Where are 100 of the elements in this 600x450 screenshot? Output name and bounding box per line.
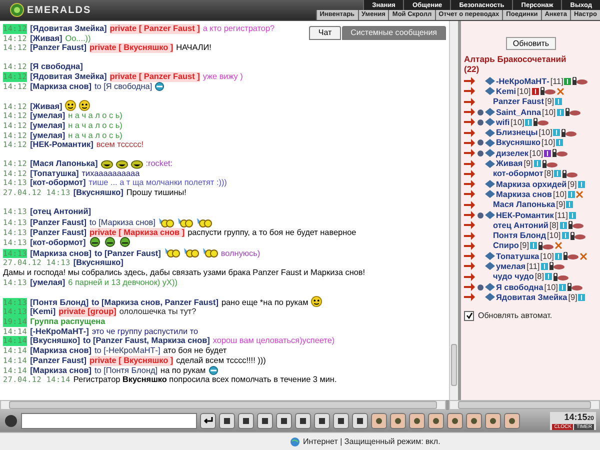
user-arrow-icon[interactable] xyxy=(464,180,475,188)
user-arrow-icon[interactable] xyxy=(464,138,475,147)
user-name[interactable]: Спиро xyxy=(493,241,519,250)
user-name[interactable]: Saint_Anna xyxy=(496,108,542,117)
sender-name[interactable]: [Kemi] xyxy=(30,307,56,318)
inventory-button[interactable] xyxy=(466,413,482,430)
sender-name[interactable]: [Живая] xyxy=(30,34,62,44)
sender-name[interactable]: [умелая] xyxy=(30,111,66,121)
sender-name[interactable]: [Маркиза снов] xyxy=(30,366,92,376)
sender-name[interactable]: [Вкусняшко] xyxy=(73,258,124,268)
sender-name[interactable]: [Я свободна] xyxy=(30,62,83,72)
user-arrow-icon[interactable] xyxy=(464,108,475,116)
sender-name[interactable]: [Ядовитая Змейка] xyxy=(30,72,107,82)
user-name[interactable]: Вкусняшко xyxy=(496,138,540,148)
sender-name[interactable]: [Маркиза снов] xyxy=(30,248,92,258)
inventory-button[interactable] xyxy=(428,413,444,430)
user-name[interactable]: Мася Лапонька xyxy=(493,200,556,210)
user-name[interactable]: Маркиза орхидей xyxy=(496,180,567,189)
toolbar-button[interactable] xyxy=(333,413,349,430)
user-name[interactable]: Ядовитая Змейка xyxy=(496,292,568,302)
sender-name[interactable]: [Вкусняшко] xyxy=(30,336,80,346)
inventory-button[interactable] xyxy=(409,413,425,430)
user-arrow-icon[interactable] xyxy=(464,190,475,198)
user-arrow-icon[interactable] xyxy=(464,232,475,240)
user-arrow-icon[interactable] xyxy=(464,293,475,302)
user-arrow-icon[interactable] xyxy=(464,149,475,158)
toolbar-button[interactable] xyxy=(238,413,254,430)
sender-name[interactable]: [Топатушка] xyxy=(30,168,79,178)
chat-input[interactable] xyxy=(21,413,197,430)
chat-tab[interactable]: Системные сообщения xyxy=(342,26,446,40)
inventory-button[interactable] xyxy=(447,413,463,430)
chat-tab[interactable]: Чат xyxy=(309,26,341,40)
toolbar-button[interactable] xyxy=(295,413,311,430)
toolbar-button[interactable] xyxy=(314,413,330,430)
sender-name[interactable]: [НЕК-Романтик] xyxy=(30,140,94,150)
sender-name[interactable]: [Понтя Блонд] xyxy=(30,298,89,308)
auto-refresh-checkbox[interactable] xyxy=(464,310,474,321)
toolbar-button[interactable] xyxy=(276,413,292,430)
user-arrow-icon[interactable] xyxy=(464,221,475,230)
toolbar-button[interactable] xyxy=(219,413,235,430)
user-name[interactable]: Kemi xyxy=(496,86,516,96)
user-name[interactable]: НЕК-Романтик xyxy=(496,210,554,220)
info-icon[interactable] xyxy=(564,78,572,85)
user-name[interactable]: Маркиза снов xyxy=(496,190,552,199)
user-arrow-icon[interactable] xyxy=(464,87,475,96)
sender-name[interactable]: [Ядовитая Змейка] xyxy=(30,24,107,34)
sender-name[interactable]: [кот-обормот] xyxy=(30,238,86,248)
user-name[interactable]: Понтя Блонд xyxy=(493,231,546,240)
user-name[interactable]: Я свободна xyxy=(496,282,544,292)
user-arrow-icon[interactable] xyxy=(464,128,475,137)
user-name[interactable]: умелая xyxy=(496,262,526,271)
user-name[interactable]: Panzer Faust xyxy=(493,97,544,106)
sender-name[interactable]: [умелая] xyxy=(30,120,66,131)
user-name[interactable]: -НеКроМаНТ- xyxy=(496,76,550,86)
info-icon[interactable] xyxy=(544,150,552,157)
sender-name[interactable]: [-НеКроМаНТ-] xyxy=(30,326,89,336)
user-arrow-icon[interactable] xyxy=(464,262,475,270)
sender-name[interactable]: [Panzer Faust] xyxy=(30,228,86,238)
sender-name[interactable]: [Panzer Faust] xyxy=(30,356,86,366)
toolbar-button[interactable] xyxy=(257,413,273,430)
sender-name[interactable]: [кот-обормот] xyxy=(30,178,86,188)
user-arrow-icon[interactable] xyxy=(464,283,475,292)
info-icon[interactable] xyxy=(532,88,539,95)
sender-name[interactable]: [Вкусняшко] xyxy=(73,188,124,198)
inventory-button[interactable] xyxy=(390,413,406,430)
toolbar-button[interactable] xyxy=(352,413,368,430)
user-arrow-icon[interactable] xyxy=(464,160,475,168)
user-name[interactable]: кот-обормот xyxy=(493,169,544,178)
sender-name[interactable]: [Живая] xyxy=(30,102,62,112)
enter-button[interactable] xyxy=(200,413,216,430)
horizontal-scrollbar[interactable] xyxy=(448,400,600,410)
user-arrow-icon[interactable] xyxy=(464,98,475,106)
sender-name[interactable]: [Мася Лапонька] xyxy=(30,159,98,169)
scrollbar[interactable] xyxy=(449,21,458,400)
user-arrow-icon[interactable] xyxy=(464,200,475,209)
user-arrow-icon[interactable] xyxy=(464,170,475,178)
sender-name[interactable]: [Panzer Faust] xyxy=(30,218,86,228)
user-arrow-icon[interactable] xyxy=(464,242,475,250)
user-arrow-icon[interactable] xyxy=(464,118,475,126)
horizontal-scrollbar[interactable] xyxy=(0,400,446,410)
sender-name[interactable]: [Маркиза снов] xyxy=(30,346,92,356)
user-name[interactable]: Топатушка xyxy=(496,252,540,261)
user-name[interactable]: дизелек xyxy=(496,148,528,158)
sender-name[interactable]: [умелая] xyxy=(30,278,66,288)
user-name[interactable]: отец Антоний xyxy=(493,220,548,230)
sender-name[interactable]: [Panzer Faust] xyxy=(30,43,86,54)
user-arrow-icon[interactable] xyxy=(464,77,475,86)
sender-name[interactable]: [отец Антоний] xyxy=(30,206,91,217)
inventory-button[interactable] xyxy=(485,413,501,430)
user-name[interactable]: Близнецы xyxy=(496,128,538,138)
sender-name[interactable]: [умелая] xyxy=(30,130,66,140)
inventory-button[interactable] xyxy=(371,413,387,430)
user-arrow-icon[interactable] xyxy=(464,272,475,281)
user-name[interactable]: wifi xyxy=(496,118,510,127)
user-arrow-icon[interactable] xyxy=(464,252,475,260)
user-arrow-icon[interactable] xyxy=(464,211,475,219)
inventory-button[interactable] xyxy=(504,413,520,430)
user-name[interactable]: чудо чудо xyxy=(493,272,534,282)
sender-name[interactable]: [Маркиза снов] xyxy=(30,82,92,92)
user-name[interactable]: Живая xyxy=(496,159,523,168)
